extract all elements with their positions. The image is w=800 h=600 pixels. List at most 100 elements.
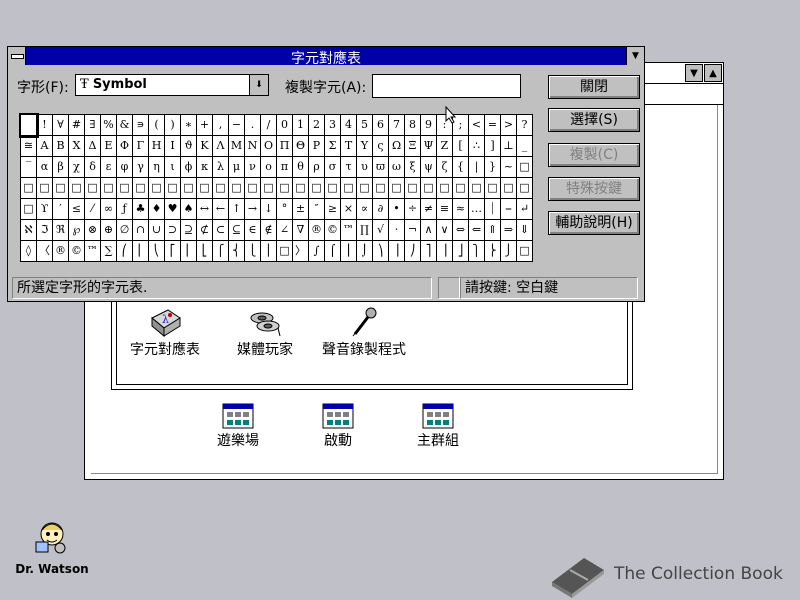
character-cell[interactable]: ↑ bbox=[228, 198, 245, 220]
character-cell[interactable]: ⎢ bbox=[180, 240, 197, 262]
character-cell[interactable] bbox=[18, 112, 39, 138]
character-cell[interactable]: ω bbox=[388, 156, 405, 178]
character-cell[interactable]: □ bbox=[260, 177, 277, 199]
character-cell[interactable]: □ bbox=[52, 177, 69, 199]
character-cell[interactable]: ™ bbox=[340, 219, 357, 241]
character-cell[interactable]: 2 bbox=[308, 114, 325, 136]
character-cell[interactable]: ≈ bbox=[452, 198, 469, 220]
character-cell[interactable]: ⎜ bbox=[132, 240, 149, 262]
character-cell[interactable]: Ζ bbox=[436, 135, 453, 157]
character-cell[interactable]: ⎭ bbox=[500, 240, 517, 262]
character-cell[interactable]: [ bbox=[452, 135, 469, 157]
character-cell[interactable]: ⎩ bbox=[244, 240, 261, 262]
program-group-main[interactable]: 主群組 bbox=[403, 403, 473, 449]
character-cell[interactable]: ϒ bbox=[36, 198, 53, 220]
character-cell[interactable]: ε bbox=[100, 156, 117, 178]
character-cell[interactable]: ∪ bbox=[148, 219, 165, 241]
character-cell[interactable]: η bbox=[148, 156, 165, 178]
character-cell[interactable]: ∍ bbox=[132, 114, 149, 136]
character-cell[interactable]: → bbox=[244, 198, 261, 220]
program-group-games[interactable]: 遊樂場 bbox=[203, 403, 273, 449]
character-cell[interactable]: ο bbox=[260, 156, 277, 178]
character-cell[interactable]: 3 bbox=[324, 114, 341, 136]
character-cell[interactable]: > bbox=[500, 114, 517, 136]
character-cell[interactable]: □ bbox=[452, 177, 469, 199]
character-cell[interactable]: + bbox=[196, 114, 213, 136]
character-cell[interactable]: ⊄ bbox=[196, 219, 213, 241]
character-cell[interactable]: … bbox=[468, 198, 485, 220]
character-cell[interactable]: Ο bbox=[260, 135, 277, 157]
dropdown-arrow-button[interactable]: ⬇ bbox=[249, 75, 268, 95]
character-cell[interactable]: ⎤ bbox=[420, 240, 437, 262]
character-cell[interactable]: τ bbox=[340, 156, 357, 178]
character-cell[interactable]: □ bbox=[372, 177, 389, 199]
character-cell[interactable]: □ bbox=[340, 177, 357, 199]
character-cell[interactable]: ∴ bbox=[468, 135, 485, 157]
character-cell[interactable]: ⇑ bbox=[484, 219, 501, 241]
character-cell[interactable]: ∂ bbox=[372, 198, 389, 220]
character-cell[interactable]: Χ bbox=[68, 135, 85, 157]
character-cell[interactable]: □ bbox=[388, 177, 405, 199]
character-cell[interactable]: 6 bbox=[372, 114, 389, 136]
character-cell[interactable]: ⊆ bbox=[228, 219, 245, 241]
character-cell[interactable]: ν bbox=[244, 156, 261, 178]
character-cell[interactable]: ) bbox=[164, 114, 181, 136]
character-cell[interactable]: ÷ bbox=[404, 198, 421, 220]
character-cell[interactable]: □ bbox=[292, 177, 309, 199]
dr-watson-desktop-icon[interactable]: Dr. Watson bbox=[12, 520, 92, 576]
character-cell[interactable]: ¬ bbox=[404, 219, 421, 241]
character-cell[interactable]: ⎯ bbox=[500, 198, 517, 220]
character-cell[interactable]: Β bbox=[52, 135, 69, 157]
character-cell[interactable]: Δ bbox=[84, 135, 101, 157]
character-cell[interactable]: 0 bbox=[276, 114, 293, 136]
character-cell[interactable]: χ bbox=[68, 156, 85, 178]
character-cell[interactable]: Κ bbox=[196, 135, 213, 157]
character-cell[interactable]: ♠ bbox=[180, 198, 197, 220]
character-cell[interactable]: υ bbox=[356, 156, 373, 178]
character-cell[interactable]: □ bbox=[516, 177, 533, 199]
character-cell[interactable]: ∑ bbox=[100, 240, 117, 262]
character-cell[interactable]: & bbox=[116, 114, 133, 136]
character-cell[interactable]: ς bbox=[372, 135, 389, 157]
character-cell[interactable]: θ bbox=[292, 156, 309, 178]
character-cell[interactable]: ( bbox=[148, 114, 165, 136]
character-cell[interactable]: ? bbox=[516, 114, 533, 136]
character-cell[interactable]: □ bbox=[20, 177, 37, 199]
character-cell[interactable]: ∗ bbox=[180, 114, 197, 136]
character-cell[interactable]: ® bbox=[52, 240, 69, 262]
character-cell[interactable]: ƒ bbox=[116, 198, 133, 220]
character-cell[interactable]: ≥ bbox=[324, 198, 341, 220]
character-cell[interactable]: σ bbox=[324, 156, 341, 178]
character-cell[interactable]: ⌠ bbox=[324, 240, 341, 262]
character-cell[interactable]: ! bbox=[36, 114, 53, 136]
character-cell[interactable]: ⎡ bbox=[164, 240, 181, 262]
character-cell[interactable]: □ bbox=[228, 177, 245, 199]
minimize-button[interactable]: ▼ bbox=[626, 47, 644, 65]
character-cell[interactable]: Σ bbox=[324, 135, 341, 157]
character-cell[interactable]: μ bbox=[228, 156, 245, 178]
character-cell[interactable]: □ bbox=[100, 177, 117, 199]
character-cell[interactable]: ← bbox=[212, 198, 229, 220]
character-cell[interactable]: Υ bbox=[356, 135, 373, 157]
close-button[interactable]: 關閉 bbox=[548, 75, 640, 99]
character-cell[interactable]: ⊗ bbox=[84, 219, 101, 241]
character-cell[interactable]: , bbox=[212, 114, 229, 136]
character-cell[interactable]: Ξ bbox=[404, 135, 421, 157]
character-cell[interactable]: ⎬ bbox=[484, 240, 501, 262]
character-cell[interactable]: ⁄ bbox=[84, 198, 101, 220]
character-cell[interactable]: ♦ bbox=[148, 198, 165, 220]
character-cell[interactable]: α bbox=[36, 156, 53, 178]
character-cell[interactable]: ″ bbox=[308, 198, 325, 220]
character-cell[interactable]: Ω bbox=[388, 135, 405, 157]
character-cell[interactable]: ⎮ bbox=[340, 240, 357, 262]
character-cell[interactable]: Ρ bbox=[308, 135, 325, 157]
character-cell[interactable]: ∝ bbox=[356, 198, 373, 220]
character-cell[interactable]: Π bbox=[276, 135, 293, 157]
character-cell[interactable]: Μ bbox=[228, 135, 245, 157]
character-cell[interactable]: ] bbox=[484, 135, 501, 157]
character-cell[interactable]: □ bbox=[164, 177, 181, 199]
character-cell[interactable]: . bbox=[244, 114, 261, 136]
character-cell[interactable]: λ bbox=[212, 156, 229, 178]
character-cell[interactable]: Τ bbox=[340, 135, 357, 157]
character-cell[interactable]: □ bbox=[436, 177, 453, 199]
